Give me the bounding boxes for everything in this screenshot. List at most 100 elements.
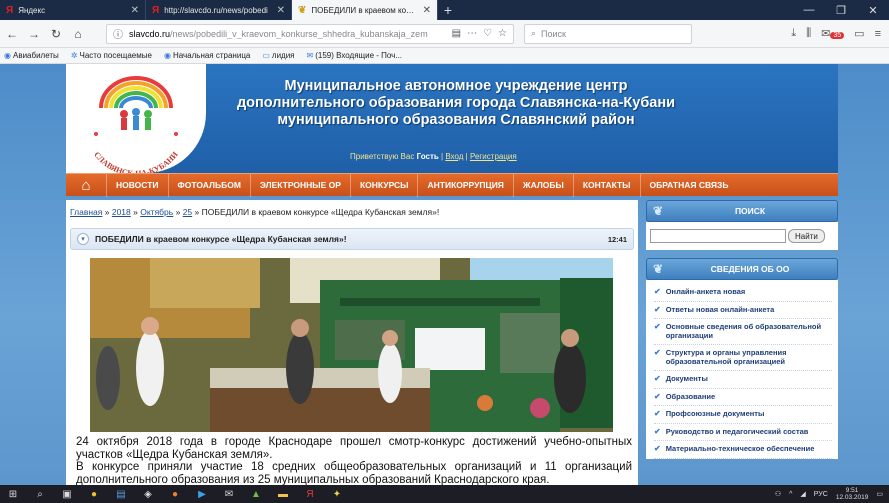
media-icon[interactable]: ▶ — [195, 489, 209, 500]
new-tab-button[interactable]: + — [438, 0, 458, 20]
firefox-icon[interactable]: ● — [168, 489, 182, 500]
language-indicator[interactable]: РУС — [814, 491, 828, 498]
news-photo — [90, 258, 613, 432]
close-icon[interactable]: ✕ — [131, 5, 139, 16]
site-header: СЛАВЯНСК-НА-КУБАНИ Муниципальное автоном… — [66, 64, 838, 178]
list-item[interactable]: ✔ Руководство и педагогический состав — [654, 424, 832, 441]
site-title: Муниципальное автономное учреждение цент… — [236, 78, 676, 128]
download-icon[interactable]: ⤓ — [791, 27, 796, 40]
search-placeholder: Поиск — [541, 28, 566, 39]
search-icon[interactable]: ⌕ — [33, 489, 47, 500]
chevron-down-icon[interactable]: ▾ — [77, 233, 89, 245]
minimize-icon[interactable]: — — [793, 0, 825, 20]
bookmark-inbox[interactable]: ✉ (159) Входящие - Поч... — [307, 51, 403, 60]
list-item[interactable]: ✔ Основные сведения об образовательной ор… — [654, 319, 832, 345]
globe-icon: ◉ — [163, 51, 171, 60]
home-icon[interactable]: ⌂ — [66, 177, 106, 194]
check-icon: ✔ — [654, 287, 661, 296]
people-icon[interactable]: ⚇ — [775, 490, 781, 498]
breadcrumb: Главная » 2018 » Октябрь » 25 » ПОБЕДИЛИ… — [70, 207, 440, 217]
forward-icon[interactable]: → — [26, 26, 42, 42]
paint-icon[interactable]: ✦ — [330, 489, 344, 500]
maximize-icon[interactable]: ❐ — [825, 0, 857, 20]
menu-item-contests[interactable]: КОНКУРСЫ — [349, 173, 418, 197]
tab-label: ПОБЕДИЛИ в краевом конку — [311, 5, 418, 15]
notifications-icon[interactable]: ▭ — [876, 490, 883, 498]
breadcrumb-home[interactable]: Главная — [70, 207, 102, 217]
register-link[interactable]: Регистрация — [470, 152, 517, 161]
mail-icon[interactable]: ✉ — [222, 489, 236, 500]
network-icon[interactable]: ◢ — [800, 490, 805, 498]
menu-item-contacts[interactable]: КОНТАКТЫ — [572, 173, 640, 197]
news-time: 12:41 — [607, 234, 627, 244]
menu-item-feedback[interactable]: ОБРАТНАЯ СВЯЗЬ — [639, 173, 738, 197]
clock[interactable]: 9:51 12.03.2019 — [836, 487, 869, 501]
bookmark-most-visited[interactable]: ✲ Часто посещаемые — [71, 51, 152, 60]
yandex-icon: Я — [6, 4, 14, 16]
windows-start-icon[interactable]: ⊞ — [6, 489, 20, 500]
reload-icon[interactable]: ↻ — [48, 26, 64, 42]
menu-item-photo-album[interactable]: ФОТОАЛЬБОМ — [167, 173, 250, 197]
os-taskbar: ⊞ ⌕ ▣ ● ▤ ◈ ● ▶ ✉ ▲ ▬ Я ✦ ⚇ ^ ◢ РУС 9:51… — [0, 485, 889, 503]
site-search-input[interactable] — [650, 229, 786, 243]
pocket-icon[interactable]: ♡ — [483, 28, 492, 39]
list-item[interactable]: ✔ Онлайн-анкета новая — [654, 284, 832, 302]
bookmark-flights[interactable]: ◉ Авиабилеты — [4, 51, 59, 60]
check-icon: ✔ — [654, 391, 661, 401]
search-icon: ⌕ — [531, 28, 537, 38]
extension-icon[interactable]: ✉ 35 — [821, 27, 845, 40]
store-icon[interactable]: ◈ — [141, 489, 155, 500]
sidebar-icon[interactable]: ▭ — [854, 27, 864, 40]
system-tray: ⚇ ^ ◢ РУС 9:51 12.03.2019 ▭ — [775, 487, 883, 501]
back-icon[interactable]: ← — [4, 26, 20, 42]
app-icon[interactable]: ▲ — [249, 489, 263, 500]
list-item[interactable]: ✔ Структура и органы управления образоват… — [654, 345, 832, 371]
bookmark-star-icon[interactable]: ☆ — [498, 28, 507, 39]
login-link[interactable]: Вход — [445, 152, 463, 161]
chevron-up-icon[interactable]: ^ — [789, 491, 792, 498]
search-panel-header: ❦ ПОИСК — [646, 200, 838, 222]
bookmark-folder-lidia[interactable]: ▭ лидия — [262, 51, 294, 60]
bookmarks-bar: ◉ Авиабилеты ✲ Часто посещаемые ◉ Начальная… — [0, 48, 889, 64]
list-item[interactable]: ✔ Профсоюзные документы — [654, 406, 832, 424]
breadcrumb-year[interactable]: 2018 — [112, 207, 131, 217]
page-actions-icon[interactable]: ⋯ — [467, 28, 477, 39]
close-icon[interactable]: ✕ — [423, 5, 431, 16]
browser-search-box[interactable]: ⌕ Поиск — [524, 23, 692, 44]
menu-icon[interactable]: ≡ — [875, 28, 881, 40]
menu-item-complaints[interactable]: ЖАЛОБЫ — [512, 173, 573, 197]
list-item[interactable]: ✔ Материально-техническое обеспечение — [654, 441, 832, 459]
menu-item-e-resources[interactable]: ЭЛЕКТРОННЫЕ ОР — [249, 173, 350, 197]
tab-slavcdo-news[interactable]: Я http://slavcdo.ru/news/pobedi ✕ — [146, 0, 292, 20]
yandex-icon[interactable]: Я — [303, 489, 317, 500]
folder-icon: ▭ — [262, 51, 270, 60]
menu-item-anticorruption[interactable]: АНТИКОРРУПЦИЯ — [417, 173, 512, 197]
breadcrumb-day[interactable]: 25 — [183, 207, 192, 217]
site-logo[interactable]: СЛАВЯНСК-НА-КУБАНИ — [66, 64, 206, 178]
app-icon[interactable]: ▤ — [114, 489, 128, 500]
close-window-icon[interactable]: ✕ — [857, 0, 889, 20]
info-icon[interactable]: ⓘ — [113, 26, 123, 41]
tab-yandex[interactable]: Я Яндекс ✕ — [0, 0, 146, 20]
site-search-button[interactable]: Найти — [788, 229, 825, 243]
menu-item-news[interactable]: НОВОСТИ — [106, 173, 168, 197]
list-item[interactable]: ✔ Ответы новая онлайн-анкета — [654, 302, 832, 319]
address-bar[interactable]: ⓘ slavcdo.ru/news/pobedili_v_kraevom_kon… — [106, 23, 514, 44]
list-item[interactable]: ✔ Документы — [654, 371, 832, 389]
article-text: 24 октября 2018 года в городе Краснодаре… — [76, 436, 632, 485]
check-icon: ✔ — [654, 348, 661, 357]
close-icon[interactable]: ✕ — [277, 5, 285, 16]
breadcrumb-month[interactable]: Октябрь — [140, 207, 173, 217]
list-item[interactable]: ✔ Образование — [654, 389, 832, 406]
url-text: slavcdo.ru/news/pobedili_v_kraevom_konku… — [129, 28, 428, 39]
bookmark-start-page[interactable]: ◉ Начальная страница — [164, 51, 250, 60]
explorer-icon[interactable]: ▬ — [276, 489, 290, 500]
library-icon[interactable]: ⫼ — [806, 27, 811, 40]
tab-active-article[interactable]: ❦ ПОБЕДИЛИ в краевом конку ✕ — [292, 0, 438, 20]
ornament-icon: ❦ — [653, 204, 664, 218]
reader-view-icon[interactable]: ▤ — [452, 28, 461, 39]
task-view-icon[interactable]: ▣ — [60, 489, 74, 500]
check-icon: ✔ — [654, 409, 661, 418]
home-icon[interactable]: ⌂ — [70, 26, 86, 42]
chrome-icon[interactable]: ● — [87, 489, 101, 500]
